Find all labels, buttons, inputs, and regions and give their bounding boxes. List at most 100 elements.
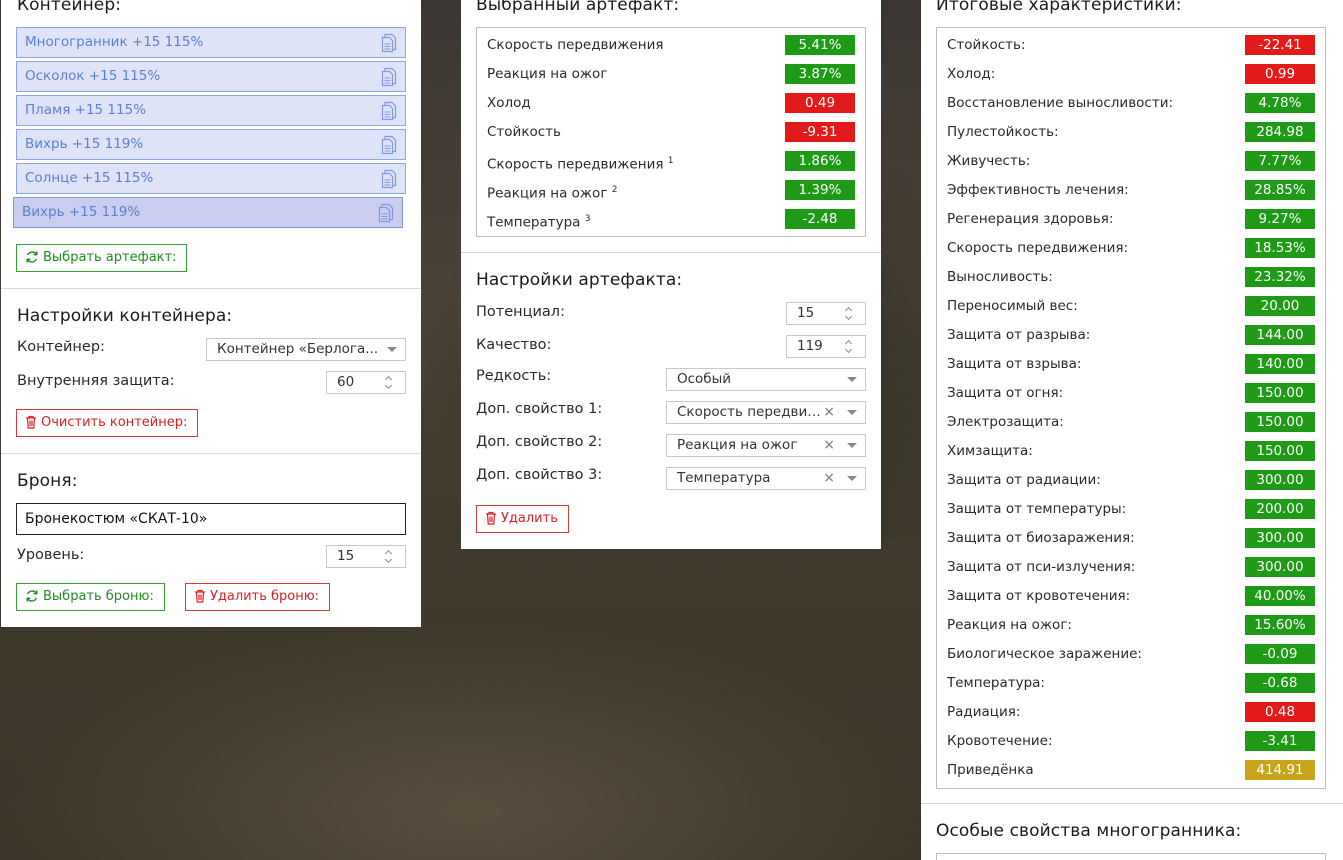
stat-value-badge: -22.41 [1245, 35, 1315, 55]
stat-row: Реакция на ожог 3.87% [487, 64, 855, 84]
copy-icon[interactable] [378, 203, 394, 223]
copy-icon[interactable] [381, 169, 397, 189]
potential-value: 15 [797, 305, 815, 321]
artifact-settings-title: Настройки артефакта: [476, 270, 683, 290]
stat-name-text: Живучесть: [947, 153, 1031, 169]
quality-label: Качество: [476, 337, 552, 353]
stat-name: Защита от кровотечения: [947, 586, 1130, 606]
clear-icon[interactable]: × [823, 435, 835, 456]
stat-row: Холод 0.49 [487, 93, 855, 113]
select-armor-label: Выбрать броню: [43, 589, 154, 604]
stat-name-text: Приведёнка [947, 762, 1034, 778]
stat-name-text: Стойкость: [947, 37, 1026, 53]
stat-name-text: Эффективность лечения: [947, 182, 1129, 198]
stat-row: Реакция на ожог: 15.60% [947, 615, 1315, 635]
stat-row: Защита от разрыва: 144.00 [947, 325, 1315, 345]
delete-armor-label: Удалить броню: [210, 589, 320, 604]
potential-input[interactable]: 15 [786, 302, 866, 325]
spinner-icon[interactable] [384, 549, 395, 564]
stat-name-text: Биологическое заражение: [947, 646, 1142, 662]
armor-name-field[interactable]: Бронекостюм «СКАТ-10» [16, 503, 406, 535]
delete-armor-button[interactable]: Удалить броню: [185, 583, 331, 611]
armor-level-value: 15 [337, 548, 355, 564]
copy-icon[interactable] [381, 101, 397, 121]
container-item[interactable]: Осколок +15 115% [16, 61, 406, 92]
stat-name-text: Выносливость: [947, 269, 1053, 285]
stat-name: Переносимый вес: [947, 296, 1078, 316]
stat-name: Реакция на ожог [487, 64, 607, 84]
stat-name: Выносливость: [947, 267, 1053, 287]
stat-name: Электрозащита: [947, 412, 1064, 432]
stat-value-badge: 0.48 [1245, 702, 1315, 722]
stat-value-badge: 0.49 [785, 93, 855, 113]
stat-row: Регенерация здоровья: 9.27% [947, 209, 1315, 229]
prop2-select[interactable]: Реакция на ожог × [666, 434, 866, 457]
stat-name: Химзащита: [947, 441, 1033, 461]
container-item[interactable]: Многогранник +15 115% [16, 27, 406, 58]
prop1-select[interactable]: Скорость передвижения × [666, 401, 866, 424]
select-artifact-button[interactable]: Выбрать артефакт: [16, 244, 188, 272]
prop1-value: Скорость передвижения [677, 404, 823, 420]
stat-row: Скорость передвижения: 18.53% [947, 238, 1315, 258]
clear-container-button[interactable]: Очистить контейнер: [16, 409, 199, 437]
stat-value-badge: 300.00 [1245, 557, 1315, 577]
armor-level-input[interactable]: 15 [326, 545, 406, 568]
stat-name-text: Температура: [947, 675, 1045, 691]
quality-input[interactable]: 119 [786, 335, 866, 358]
spinner-icon[interactable] [844, 339, 855, 354]
stat-row: Живучесть: 7.77% [947, 151, 1315, 171]
stat-row: Температура 3 -2.48 [487, 209, 855, 231]
stat-value-badge: -2.48 [785, 209, 855, 229]
stat-name: Защита от пси-излучения: [947, 557, 1135, 577]
stat-row: Переносимый вес: 20.00 [947, 296, 1315, 316]
clear-icon[interactable]: × [823, 402, 835, 423]
container-item[interactable]: Вихрь +15 119% [13, 197, 403, 228]
copy-icon[interactable] [381, 33, 397, 53]
stat-value-badge: 144.00 [1245, 325, 1315, 345]
container-column: Контейнер: Многогранник +15 115% Осколок … [1, 0, 421, 627]
stat-value-badge: -0.68 [1245, 673, 1315, 693]
potential-label: Потенциал: [476, 304, 565, 320]
container-item[interactable]: Пламя +15 115% [16, 95, 406, 126]
container-item-label: Вихрь +15 119% [25, 136, 144, 152]
stat-name-text: Холод [487, 95, 531, 111]
stat-name-text: Защита от пси-излучения: [947, 559, 1136, 575]
stat-name-text: Скорость передвижения: [947, 240, 1129, 256]
selected-artifact-title: Выбранный артефакт: [476, 0, 680, 15]
spinner-icon[interactable] [384, 375, 395, 390]
spinner-icon[interactable] [844, 306, 855, 321]
stat-row: Защита от биозаражения: 300.00 [947, 528, 1315, 548]
copy-icon[interactable] [381, 135, 397, 155]
stat-row: Стойкость -9.31 [487, 122, 855, 142]
stat-row: Защита от радиации: 300.00 [947, 470, 1315, 490]
refresh-icon [26, 251, 38, 263]
stat-name-text: Химзащита: [947, 443, 1033, 459]
clear-icon[interactable]: × [823, 468, 835, 489]
stat-name: Защита от взрыва: [947, 354, 1081, 374]
container-item[interactable]: Вихрь +15 119% [16, 129, 406, 160]
stat-value-badge: 1.39% [785, 180, 855, 200]
container-select[interactable]: Контейнер «Берлога... [206, 338, 406, 361]
stat-name: Реакция на ожог: [947, 615, 1072, 635]
protection-value: 60 [337, 374, 355, 390]
prop2-value: Реакция на ожог [677, 437, 798, 453]
stat-name-text: Температура [487, 214, 581, 231]
stat-row: Реакция на ожог 2 1.39% [487, 180, 855, 202]
protection-input[interactable]: 60 [326, 371, 406, 394]
stat-name: Защита от биозаражения: [947, 528, 1135, 548]
stat-name: Реакция на ожог 2 [487, 180, 617, 204]
stat-name-text: Регенерация здоровья: [947, 211, 1114, 227]
trash-icon [26, 415, 36, 429]
delete-artifact-button[interactable]: Удалить [476, 505, 569, 533]
select-armor-button[interactable]: Выбрать броню: [16, 583, 165, 611]
rarity-select[interactable]: Особый [666, 368, 866, 391]
container-item[interactable]: Солнце +15 115% [16, 163, 406, 194]
stat-name: Скорость передвижения [487, 35, 663, 55]
prop2-label: Доп. свойство 2: [476, 434, 603, 450]
copy-icon[interactable] [381, 67, 397, 87]
stat-name: Защита от температуры: [947, 499, 1126, 519]
stat-value-badge: 3.87% [785, 64, 855, 84]
trash-icon [486, 511, 496, 525]
stat-name: Пулестойкость: [947, 122, 1059, 142]
prop3-select[interactable]: Температура × [666, 467, 866, 490]
